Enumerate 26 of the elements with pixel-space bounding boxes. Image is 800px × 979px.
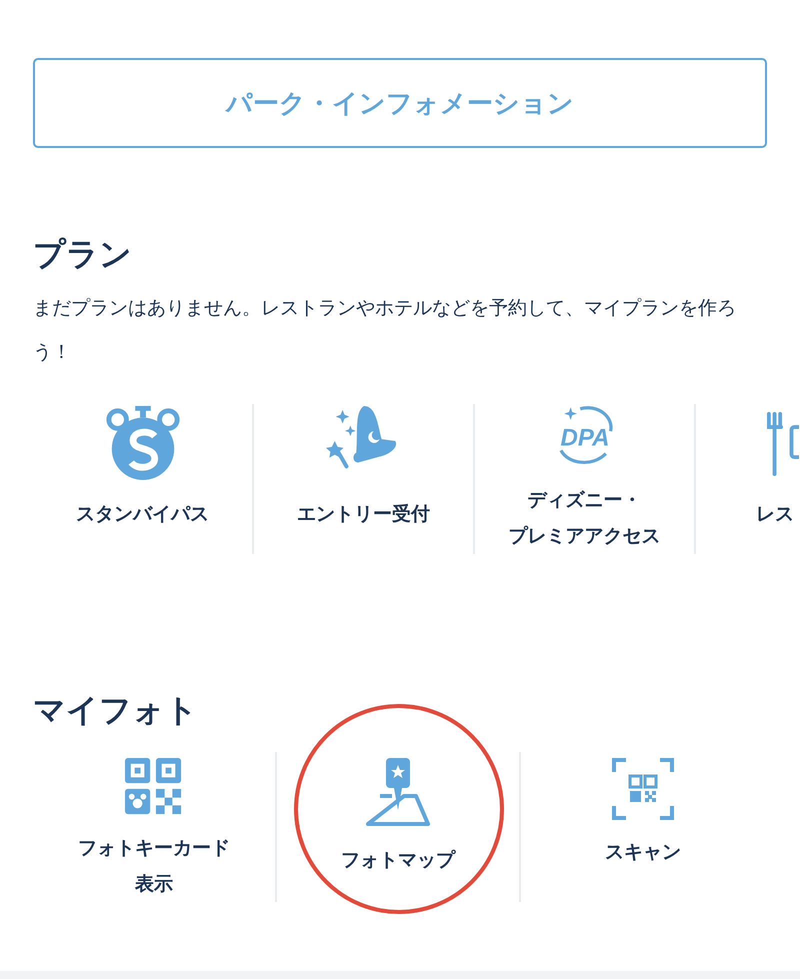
plan-message: まだプランはありません。レストランやホテルなどを予約して、マイプランを作ろう！ <box>33 296 737 365</box>
item-label: スタンバイパス <box>76 502 209 527</box>
photo-menu-item[interactable]: フォトマップ <box>277 752 521 902</box>
scan-icon <box>612 758 674 820</box>
section-title: プラン <box>33 234 133 274</box>
item-label: レス <box>756 502 794 527</box>
item-label: フォトキーカード <box>78 836 230 861</box>
stopwatch-icon <box>104 404 182 482</box>
item-label: エントリー受付 <box>297 502 430 527</box>
item-label: フォトマップ <box>341 848 455 873</box>
fork-icon <box>767 412 799 476</box>
plan-menu-item[interactable]: DPA ディズニー・ プレミアアクセス <box>475 404 696 554</box>
logo-text: DPA <box>560 424 609 452</box>
plan-menu-item[interactable]: エントリー受付 <box>254 404 475 554</box>
photo-menu-item[interactable]: スキャン <box>521 752 765 902</box>
photo-menu-item[interactable]: フォトキーカード 表示 <box>33 752 277 902</box>
item-label: スキャン <box>605 840 681 865</box>
plan-menu-item[interactable]: レス <box>696 404 799 554</box>
swoosh-icon <box>559 406 612 464</box>
qr-code-icon <box>124 758 184 816</box>
sparkle-icon <box>564 407 576 420</box>
item-label: プレミアアクセス <box>508 524 660 549</box>
item-label: ディズニー・ <box>528 488 642 513</box>
section-title: マイフォト <box>33 690 199 730</box>
item-label: 表示 <box>135 872 173 897</box>
plan-menu-item[interactable]: スタンバイパス <box>33 404 254 554</box>
